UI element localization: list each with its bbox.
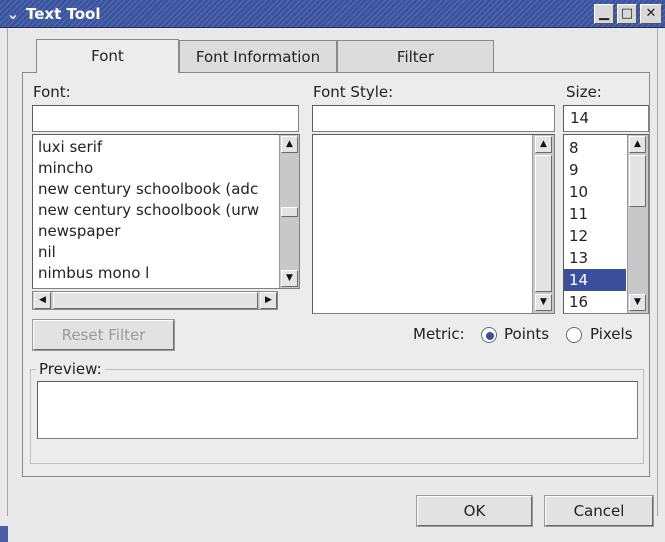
cancel-button[interactable]: Cancel: [544, 495, 654, 527]
list-item[interactable]: nimbus mono l: [33, 263, 278, 284]
maximize-icon[interactable]: □: [617, 4, 637, 24]
scroll-down-icon[interactable]: ▼: [281, 270, 298, 287]
list-item[interactable]: 10: [564, 181, 626, 203]
list-item[interactable]: 16: [564, 291, 626, 313]
list-item[interactable]: luxi serif: [33, 137, 278, 158]
scroll-down-icon[interactable]: ▼: [535, 294, 552, 311]
scroll-thumb[interactable]: [53, 292, 258, 309]
tab-font[interactable]: Font: [36, 39, 179, 73]
font-style-label: Font Style:: [313, 83, 394, 101]
scroll-thumb[interactable]: [535, 155, 552, 292]
list-item[interactable]: new century schoolbook (adc: [33, 179, 278, 200]
pixels-radio-label[interactable]: Pixels: [590, 325, 633, 343]
font-style-list[interactable]: ▲ ▼: [312, 134, 555, 314]
scroll-up-icon[interactable]: ▲: [281, 136, 298, 153]
window-left-edge: [0, 28, 8, 516]
font-style-vscrollbar[interactable]: ▲ ▼: [532, 135, 554, 313]
font-style-input[interactable]: [312, 105, 555, 132]
list-item[interactable]: 9: [564, 159, 626, 181]
list-item[interactable]: 12: [564, 225, 626, 247]
minimize-icon[interactable]: ▁: [594, 4, 614, 24]
size-label: Size:: [566, 83, 602, 101]
scroll-thumb[interactable]: [281, 207, 298, 217]
list-item[interactable]: 8: [564, 137, 626, 159]
font-label: Font:: [33, 83, 71, 101]
points-radio[interactable]: [481, 327, 497, 343]
scroll-down-icon[interactable]: ▼: [629, 294, 646, 311]
metric-label: Metric:: [413, 325, 465, 343]
size-input[interactable]: 14: [563, 105, 649, 132]
scroll-up-icon[interactable]: ▲: [629, 136, 646, 153]
font-name-input[interactable]: [32, 105, 299, 132]
scroll-up-icon[interactable]: ▲: [535, 136, 552, 153]
size-list[interactable]: 8 9 10 11 12 13 14 16 ▲ ▼: [563, 134, 649, 314]
tab-font-information[interactable]: Font Information: [179, 40, 337, 72]
list-item-selected[interactable]: 14: [564, 269, 626, 291]
list-item[interactable]: newspaper: [33, 221, 278, 242]
font-list-items: luxi serif mincho new century schoolbook…: [33, 137, 278, 284]
list-item[interactable]: new century schoolbook (urw: [33, 200, 278, 221]
pixels-radio[interactable]: [566, 327, 582, 343]
list-item[interactable]: nil: [33, 242, 278, 263]
window-menu-icon[interactable]: ⌄: [3, 4, 23, 24]
size-list-items: 8 9 10 11 12 13 14 16: [564, 137, 626, 313]
size-list-vscrollbar[interactable]: ▲ ▼: [627, 135, 648, 313]
window-title: Text Tool: [26, 5, 101, 23]
window-frame-corner: [0, 526, 8, 542]
scroll-right-icon[interactable]: ▶: [260, 292, 277, 309]
window-right-edge: [657, 28, 665, 516]
font-list-hscrollbar[interactable]: ◀ ▶: [32, 291, 278, 310]
radio-selected-dot: [486, 332, 494, 340]
font-list-vscrollbar[interactable]: ▲ ▼: [279, 135, 299, 288]
font-list[interactable]: luxi serif mincho new century schoolbook…: [32, 134, 300, 289]
list-item[interactable]: mincho: [33, 158, 278, 179]
title-bar[interactable]: ⌄ Text Tool ▁ □ ✕: [0, 0, 665, 28]
ok-button[interactable]: OK: [416, 495, 533, 527]
points-radio-label[interactable]: Points: [504, 325, 549, 343]
scroll-thumb[interactable]: [629, 155, 646, 207]
preview-label: Preview:: [36, 360, 105, 378]
close-icon[interactable]: ✕: [640, 4, 662, 24]
list-item[interactable]: 13: [564, 247, 626, 269]
preview-box: [37, 381, 638, 439]
tab-filter[interactable]: Filter: [337, 40, 494, 72]
reset-filter-button[interactable]: Reset Filter: [32, 319, 175, 351]
scroll-left-icon[interactable]: ◀: [34, 292, 51, 309]
list-item[interactable]: 11: [564, 203, 626, 225]
